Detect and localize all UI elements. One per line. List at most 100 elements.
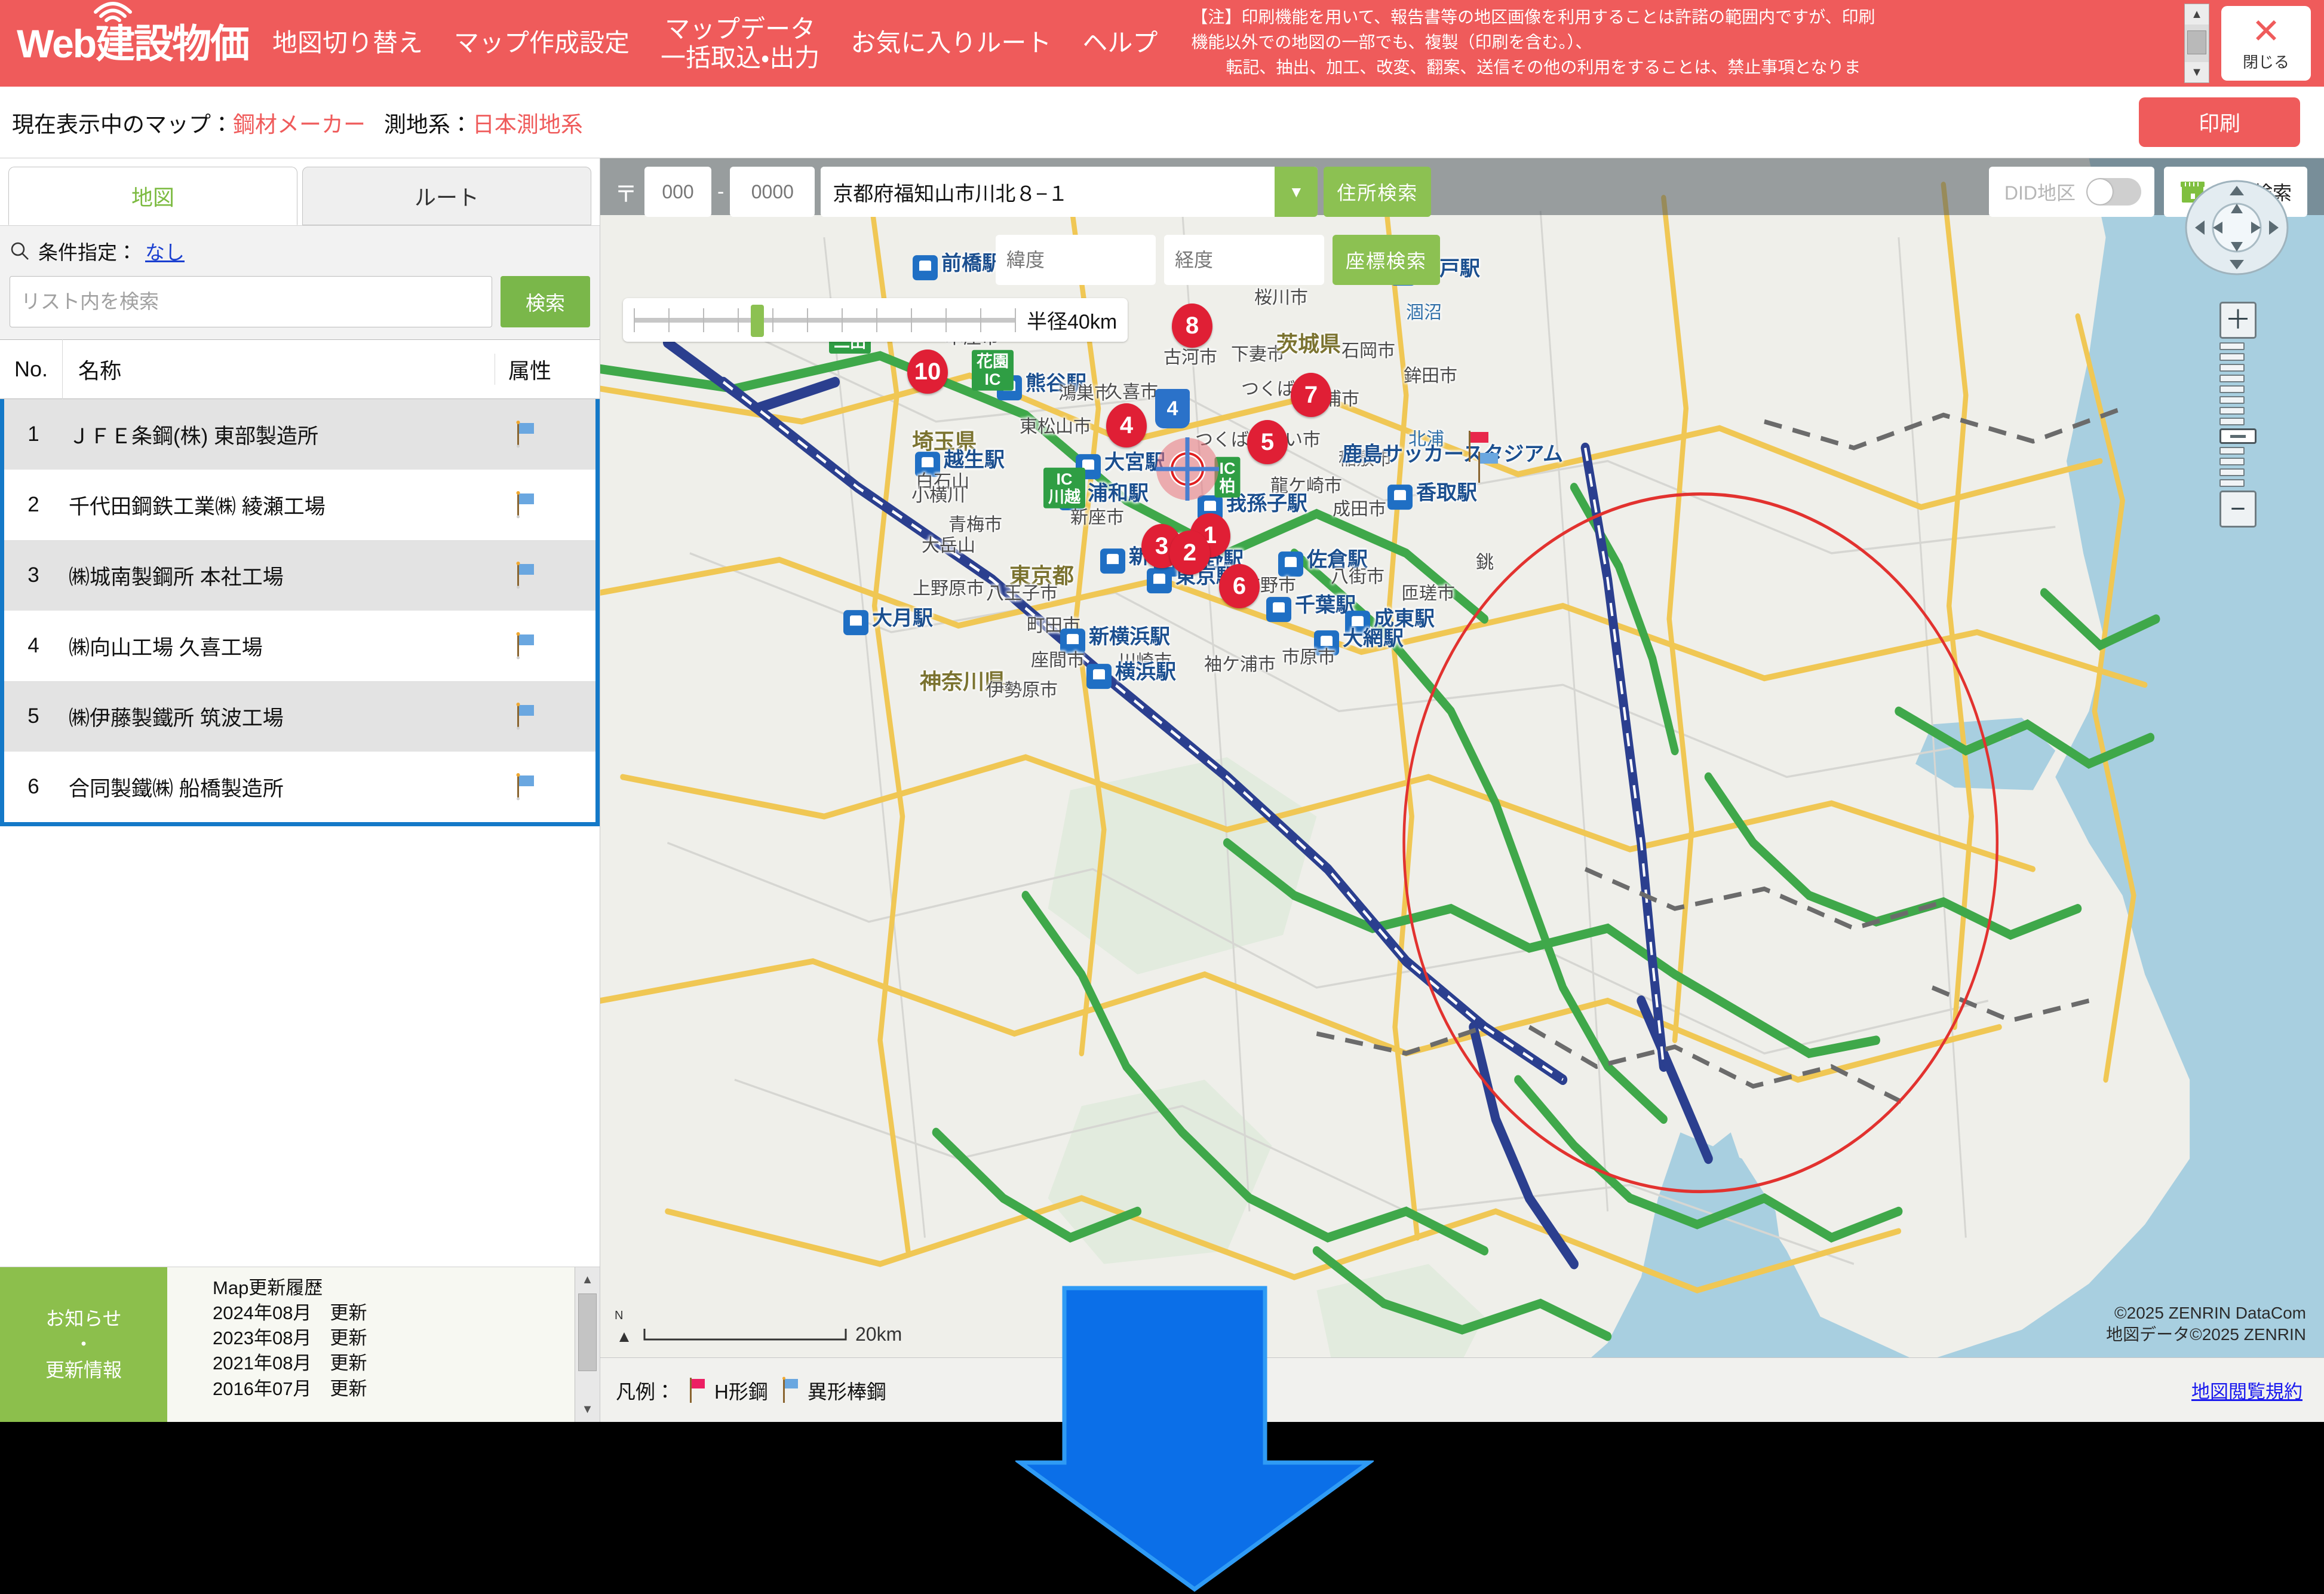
notice-scroll-up-icon[interactable]: ▲ (2185, 4, 2209, 24)
row-name: ＪＦＥ条鋼(株) 東部製造所 (69, 424, 319, 448)
blue-flag-icon (516, 632, 534, 660)
map-marker-7[interactable]: 7 (1291, 373, 1331, 421)
col-header-attr: 属性 (508, 358, 552, 383)
map-marker-2[interactable]: 2 (1169, 531, 1210, 578)
list-search-button[interactable]: 検索 (501, 276, 590, 327)
nav-map-create-settings[interactable]: マップ作成設定 (438, 29, 645, 57)
map-label-text: 大岳山 (922, 536, 975, 556)
map-label-text: 桜川市 (1254, 288, 1308, 308)
zoom-slider-knob[interactable] (2219, 428, 2257, 444)
close-button-label: 閉じる (2242, 53, 2289, 71)
map-label-text: 新横浜駅 (1089, 626, 1170, 649)
news-panel-body: Map更新履歴 2024年08月 更新 2023年08月 更新 2021年08月… (167, 1267, 575, 1422)
map-label-text: 銚 (1476, 553, 1494, 572)
row-attr (491, 632, 595, 660)
map-label: 伊勢原市 (986, 675, 1058, 701)
legend-label-h-beam: H形鋼 (714, 1380, 768, 1403)
address-search-button[interactable]: 住所検索 (1324, 167, 1432, 217)
left-sidebar: 地図 ルート 条件指定： なし 検索 (0, 158, 600, 1422)
map-label-text: 浦和駅 (1088, 482, 1149, 505)
notice-scroll-thumb[interactable] (2187, 30, 2206, 54)
news-scroll-thumb[interactable] (578, 1293, 597, 1371)
news-label-line2: ・ (73, 1333, 93, 1355)
map-label: 久喜市 (1104, 377, 1158, 403)
zip-first-input[interactable] (644, 167, 712, 217)
chevron-down-icon[interactable]: ▼ (1275, 167, 1318, 217)
table-row[interactable]: 3 ㈱城南製鋼所 本社工場 (4, 540, 595, 611)
map-label-text: 鉾田市 (1404, 366, 1457, 386)
map-label-text: 新座市 (1070, 508, 1124, 528)
map-marker-10[interactable]: 10 (907, 350, 948, 397)
blue-flag-icon (516, 421, 534, 448)
legend-title: 凡例： (616, 1380, 675, 1403)
news-scrollbar[interactable]: ▲ ▼ (575, 1267, 600, 1422)
tab-map[interactable]: 地図 (8, 167, 297, 225)
zoom-in-button[interactable]: ＋ (2219, 302, 2257, 339)
radius-slider-track (634, 317, 1016, 323)
map-label: 市原市 (1282, 642, 1336, 669)
close-button[interactable]: ✕ 閉じる (2221, 6, 2311, 81)
map-label-text: 八王子市 (986, 584, 1058, 603)
map-marker-8[interactable]: 8 (1172, 304, 1212, 351)
address-input[interactable] (821, 167, 1275, 217)
radius-slider-thumb[interactable] (751, 304, 764, 337)
table-row[interactable]: 2 千代田鋼鉄工業㈱ 綾瀬工場 (4, 470, 595, 540)
map-label: 前橋駅 (913, 247, 1002, 280)
current-map-label: 現在表示中のマップ： (12, 112, 233, 137)
map-label-text: 涸沼 (1406, 303, 1442, 323)
map-marker-6[interactable]: 6 (1219, 564, 1260, 612)
coordinate-search-button[interactable]: 座標検索 (1333, 235, 1441, 285)
zoom-out-button[interactable]: − (2219, 491, 2257, 528)
map-pan-control[interactable] (2184, 175, 2289, 280)
notice-scrollbar[interactable]: ▲ ▼ (2184, 4, 2209, 83)
app-header: Web建設物価 地図切り替え マップ作成設定 マップデータ 一括取込・出力 お気… (0, 0, 2324, 87)
map-marker-4[interactable]: 4 (1106, 403, 1147, 451)
annotation-down-arrow-icon (1015, 1286, 1374, 1592)
did-area-toggle[interactable]: DID地区 (1988, 167, 2154, 217)
map-pane[interactable]: 前橋駅 桐生駅 笠間市 水戸駅 館林市 桜川市 涸沼 本庄市 古河市 下妻市 茨… (600, 158, 2324, 1422)
row-no: 4 (27, 634, 39, 657)
row-name: ㈱伊藤製鐵所 筑波工場 (69, 706, 284, 730)
map-terms-link[interactable]: 地図閲覧規約 (2191, 1377, 2302, 1403)
map-zoom-control[interactable]: ＋ − (2211, 302, 2265, 528)
row-attr (491, 773, 595, 801)
news-scroll-down-icon[interactable]: ▼ (575, 1399, 600, 1420)
facility-list: 1 ＪＦＥ条鋼(株) 東部製造所 2 千代田鋼鉄工業㈱ 綾瀬工場 3 ㈱城南製鋼… (0, 399, 600, 826)
ic-chip-line1: 花園 (977, 352, 1009, 370)
radius-slider[interactable] (634, 304, 1016, 337)
zoom-track[interactable] (2219, 342, 2257, 487)
row-name: 千代田鋼鉄工業㈱ 綾瀬工場 (69, 495, 326, 519)
nav-favorite-routes[interactable]: お気に入りルート (835, 29, 1067, 57)
print-button[interactable]: 印刷 (2139, 97, 2300, 147)
sidebar-tabs: 地図 ルート (0, 158, 600, 225)
notice-line-2: 機能以外での地図の一部でも、複製（印刷を含む。）、 (1191, 33, 1592, 51)
map-label-text: 前橋駅 (941, 252, 1002, 275)
blue-flag-marker[interactable] (1475, 450, 1502, 484)
did-toggle-switch[interactable] (2086, 178, 2141, 206)
map-label: 匝瑳市 (1401, 578, 1455, 605)
col-header-no: No. (0, 339, 63, 399)
table-row[interactable]: 5 ㈱伊藤製鐵所 筑波工場 (4, 681, 595, 752)
zip-second-input[interactable] (730, 167, 815, 217)
svg-text:N: N (615, 1309, 623, 1322)
radius-slider-box: 半径40km (623, 298, 1128, 342)
longitude-input[interactable] (1164, 235, 1324, 285)
map-label: 大月駅 (843, 602, 933, 635)
brand-logo[interactable]: Web建設物価 (0, 0, 257, 87)
notice-scroll-down-icon[interactable]: ▼ (2185, 62, 2209, 82)
list-search-input[interactable] (10, 276, 492, 327)
news-scroll-up-icon[interactable]: ▲ (575, 1270, 600, 1290)
table-row[interactable]: 4 ㈱向山工場 久喜工場 (4, 611, 595, 681)
map-label-text: 小横川 (911, 486, 965, 505)
condition-value-link[interactable]: なし (145, 237, 185, 265)
tab-route[interactable]: ルート (302, 167, 591, 225)
nav-map-data-io[interactable]: マップデータ 一括取込・出力 (645, 15, 835, 71)
nav-map-switch[interactable]: 地図切り替え (257, 29, 438, 57)
table-row[interactable]: 1 ＪＦＥ条鋼(株) 東部製造所 (4, 399, 595, 470)
blue-flag-icon (1478, 452, 1498, 483)
map-marker-5[interactable]: 5 (1247, 420, 1288, 468)
table-row[interactable]: 6 合同製鐵㈱ 船橋製造所 (4, 752, 595, 822)
nav-help[interactable]: ヘルプ (1067, 29, 1173, 57)
latitude-input[interactable] (996, 235, 1156, 285)
ic-chip-line1: IC (1056, 470, 1073, 488)
